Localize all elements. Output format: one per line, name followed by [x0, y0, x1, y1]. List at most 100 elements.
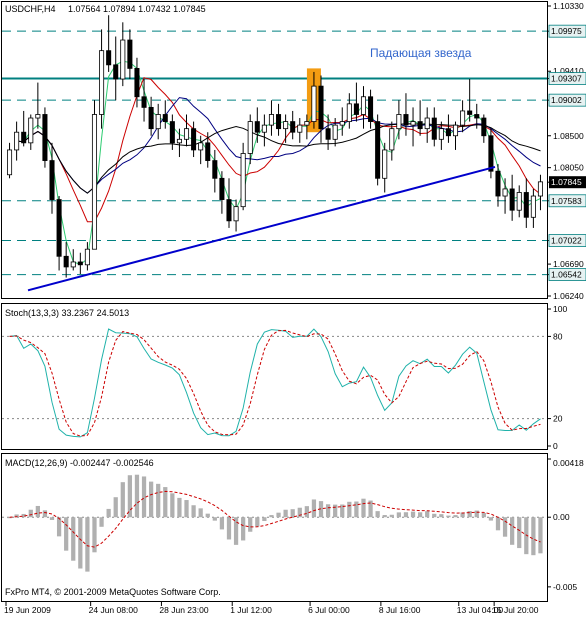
time-label: 24 Jun 08:00: [89, 605, 138, 615]
candle-body: [162, 114, 168, 122]
candle-body: [474, 114, 480, 119]
macd-bar: [127, 475, 133, 518]
macd-bar: [474, 510, 479, 518]
candle-body: [339, 121, 345, 126]
candle-body: [523, 192, 529, 218]
price-label: 1.08050: [553, 163, 584, 173]
macd-bar: [198, 508, 203, 518]
stochastic-axis: 100 80 20 0: [547, 304, 567, 451]
macd-bar: [205, 513, 210, 518]
candle-body: [261, 124, 267, 133]
candle-body: [99, 50, 105, 115]
time-label: 28 Jun 23:00: [159, 605, 208, 615]
candle-body: [35, 114, 41, 119]
candle-body: [516, 192, 522, 211]
time-label: 15 Jul 20:00: [492, 605, 539, 615]
macd-bar: [396, 512, 402, 518]
candle-body: [254, 121, 260, 133]
price-label: 1.10330: [553, 1, 584, 11]
macd-bar: [361, 498, 366, 518]
macd-bar: [170, 493, 175, 518]
macd-bar: [134, 474, 140, 518]
level-price-label: 1.09002: [551, 95, 582, 105]
metatrader-chart-window: USDCHF,H4 1.07564 1.07894 1.07432 1.0784…: [1, 1, 586, 615]
candle-body: [424, 117, 430, 130]
macd-bar: [467, 511, 472, 518]
macd-bar: [382, 515, 387, 518]
macd-bar: [120, 482, 125, 518]
macd-bar: [42, 510, 48, 518]
macd-bar: [64, 517, 69, 551]
candle-body: [205, 142, 211, 161]
symbol-header: USDCHF,H4: [5, 4, 56, 14]
macd-bar: [113, 497, 118, 518]
candle-body: [63, 255, 69, 268]
candle-body: [297, 124, 303, 133]
macd-bar: [56, 517, 62, 537]
candle-body: [268, 114, 274, 126]
level-price-label: 1.06542: [551, 270, 582, 280]
macd-bar: [241, 517, 246, 541]
candle-body: [233, 206, 239, 222]
macd-bar: [156, 483, 161, 518]
macd-bar: [184, 500, 189, 518]
stochastic-header: Stoch(13,3,3) 33.2367 24.5013: [5, 308, 129, 318]
candle-body: [438, 128, 444, 140]
macd-label: 0.00418: [553, 458, 584, 468]
macd-bar: [276, 512, 281, 518]
macd-bar: [538, 517, 543, 554]
macd-bar: [311, 499, 317, 518]
time-label: 1 Jul 12:00: [230, 605, 272, 615]
macd-bar: [495, 517, 501, 531]
candle-body: [332, 124, 338, 140]
candle-body: [495, 170, 501, 197]
candle-body: [417, 121, 423, 130]
macd-bar: [248, 517, 253, 532]
candle-body: [141, 96, 147, 108]
candle-body: [445, 128, 451, 137]
macd-bar: [85, 517, 90, 572]
candle-body: [42, 114, 48, 161]
stochastic-panel[interactable]: [1, 303, 548, 450]
macd-bar: [375, 511, 380, 518]
macd-bar: [446, 515, 451, 518]
candle-body: [431, 117, 437, 140]
candle-body: [509, 188, 515, 211]
candle-body: [120, 39, 126, 80]
candle-body: [240, 153, 246, 208]
ohlc-header: 1.07564 1.07894 1.07432 1.07845: [68, 4, 206, 14]
candle-body: [134, 67, 140, 98]
candle-body: [488, 135, 494, 172]
time-label: 6 Jul 00:00: [308, 605, 350, 615]
macd-bar: [35, 505, 40, 518]
macd-bar: [78, 517, 83, 569]
candle-body: [325, 128, 331, 140]
macd-bar: [233, 517, 239, 545]
candle-body: [360, 96, 367, 115]
macd-bar: [354, 501, 359, 518]
candle-body: [148, 106, 154, 130]
candle-body: [304, 121, 310, 126]
macd-panel[interactable]: [1, 453, 548, 602]
candle-body: [467, 110, 473, 115]
macd-bar: [531, 517, 536, 556]
stochastic-label: 0: [553, 441, 558, 451]
candle-body: [191, 128, 197, 151]
candle-body: [318, 85, 324, 130]
candle-body: [155, 114, 161, 130]
candle-body: [77, 261, 83, 266]
candle-body: [28, 117, 34, 144]
footer-brand: FxPro MT4, © 2001-2009 MetaQuotes Softwa…: [5, 587, 221, 597]
macd-bar: [304, 506, 309, 518]
candle-body: [247, 121, 253, 154]
candle-body: [84, 248, 90, 266]
candle-body: [403, 114, 409, 126]
macd-bar: [389, 514, 394, 518]
level-price-label: 1.09975: [551, 26, 582, 36]
macd-bar: [432, 513, 437, 518]
macd-bar: [226, 517, 232, 540]
macd-bar: [517, 517, 522, 549]
candle-body: [396, 114, 402, 130]
macd-bar: [262, 517, 267, 522]
macd-bar: [212, 517, 217, 521]
